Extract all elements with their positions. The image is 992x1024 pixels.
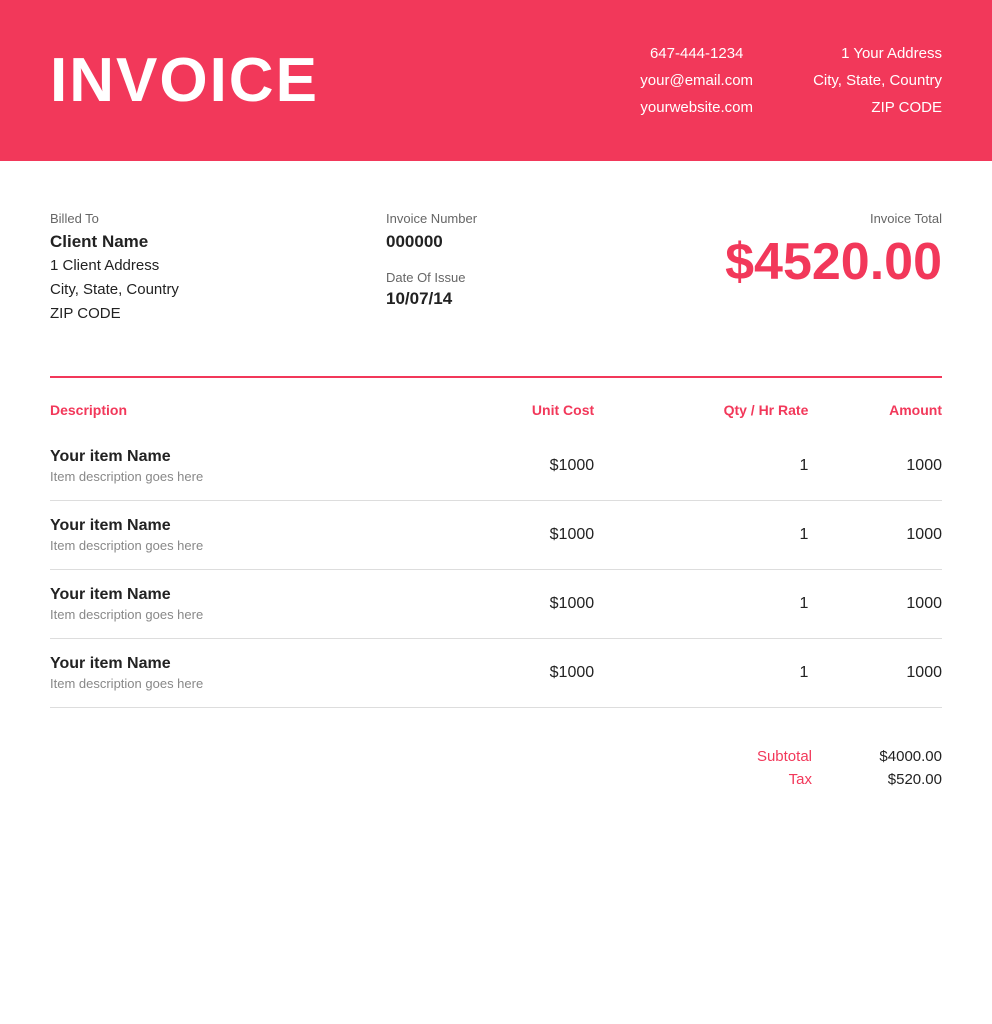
header-email: your@email.com: [640, 67, 753, 94]
item-amount: 1000: [808, 639, 942, 708]
item-name: Your item Name: [50, 586, 437, 604]
header-contact-info: 647-444-1234 your@email.com yourwebsite.…: [640, 40, 942, 121]
item-name: Your item Name: [50, 517, 437, 535]
item-qty: 1: [594, 432, 808, 501]
table-row: Your item Name Item description goes her…: [50, 570, 942, 639]
col-header-unit-cost: Unit Cost: [437, 388, 594, 432]
table-row: Your item Name Item description goes her…: [50, 639, 942, 708]
tax-row: Tax $520.00: [602, 771, 942, 788]
item-amount: 1000: [808, 501, 942, 570]
tax-label: Tax: [602, 771, 842, 788]
item-name: Your item Name: [50, 448, 437, 466]
totals-section: Subtotal $4000.00 Tax $520.00: [50, 748, 942, 794]
client-address3: ZIP CODE: [50, 302, 330, 326]
item-description-cell: Your item Name Item description goes her…: [50, 570, 437, 639]
invoice-table: Description Unit Cost Qty / Hr Rate Amou…: [50, 388, 942, 708]
item-qty: 1: [594, 501, 808, 570]
header-address: 1 Your Address City, State, Country ZIP …: [813, 40, 942, 121]
invoice-document: INVOICE 647-444-1234 your@email.com your…: [0, 0, 992, 1024]
invoice-total-block: Invoice Total $4520.00: [642, 211, 942, 326]
col-header-amount: Amount: [808, 388, 942, 432]
header-address-line3: ZIP CODE: [813, 94, 942, 121]
invoice-total-label: Invoice Total: [642, 211, 942, 226]
tax-value: $520.00: [842, 771, 942, 788]
item-description-cell: Your item Name Item description goes her…: [50, 501, 437, 570]
table-header: Description Unit Cost Qty / Hr Rate Amou…: [50, 388, 942, 432]
item-unit-cost: $1000: [437, 501, 594, 570]
item-unit-cost: $1000: [437, 432, 594, 501]
date-label: Date Of Issue: [386, 270, 586, 285]
item-description-cell: Your item Name Item description goes her…: [50, 432, 437, 501]
subtotal-value: $4000.00: [842, 748, 942, 765]
header-phone: 647-444-1234: [640, 40, 753, 67]
table-divider: [50, 376, 942, 378]
item-desc: Item description goes here: [50, 469, 437, 484]
item-unit-cost: $1000: [437, 570, 594, 639]
billing-section: Billed To Client Name 1 Client Address C…: [50, 211, 942, 326]
item-desc: Item description goes here: [50, 676, 437, 691]
item-qty: 1: [594, 639, 808, 708]
item-name: Your item Name: [50, 655, 437, 673]
table-row: Your item Name Item description goes her…: [50, 432, 942, 501]
subtotal-row: Subtotal $4000.00: [602, 748, 942, 765]
invoice-number-label: Invoice Number: [386, 211, 586, 226]
item-desc: Item description goes here: [50, 538, 437, 553]
billed-to-block: Billed To Client Name 1 Client Address C…: [50, 211, 330, 326]
item-qty: 1: [594, 570, 808, 639]
client-name: Client Name: [50, 232, 330, 252]
invoice-title: INVOICE: [50, 45, 319, 116]
date-value: 10/07/14: [386, 289, 586, 309]
col-header-qty: Qty / Hr Rate: [594, 388, 808, 432]
header-address-line2: City, State, Country: [813, 67, 942, 94]
header-address-line1: 1 Your Address: [813, 40, 942, 67]
header-website: yourwebsite.com: [640, 94, 753, 121]
table-row: Your item Name Item description goes her…: [50, 501, 942, 570]
billed-to-label: Billed To: [50, 211, 330, 226]
item-unit-cost: $1000: [437, 639, 594, 708]
invoice-body: Billed To Client Name 1 Client Address C…: [0, 161, 992, 834]
item-description-cell: Your item Name Item description goes her…: [50, 639, 437, 708]
client-address2: City, State, Country: [50, 278, 330, 302]
col-header-description: Description: [50, 388, 437, 432]
header-contact-details: 647-444-1234 your@email.com yourwebsite.…: [640, 40, 753, 121]
item-amount: 1000: [808, 570, 942, 639]
item-desc: Item description goes here: [50, 607, 437, 622]
table-body: Your item Name Item description goes her…: [50, 432, 942, 708]
invoice-meta-block: Invoice Number 000000 Date Of Issue 10/0…: [386, 211, 586, 326]
invoice-total-amount: $4520.00: [642, 232, 942, 292]
invoice-number-value: 000000: [386, 232, 586, 252]
subtotal-label: Subtotal: [602, 748, 842, 765]
invoice-header: INVOICE 647-444-1234 your@email.com your…: [0, 0, 992, 161]
item-amount: 1000: [808, 432, 942, 501]
client-address1: 1 Client Address: [50, 254, 330, 278]
